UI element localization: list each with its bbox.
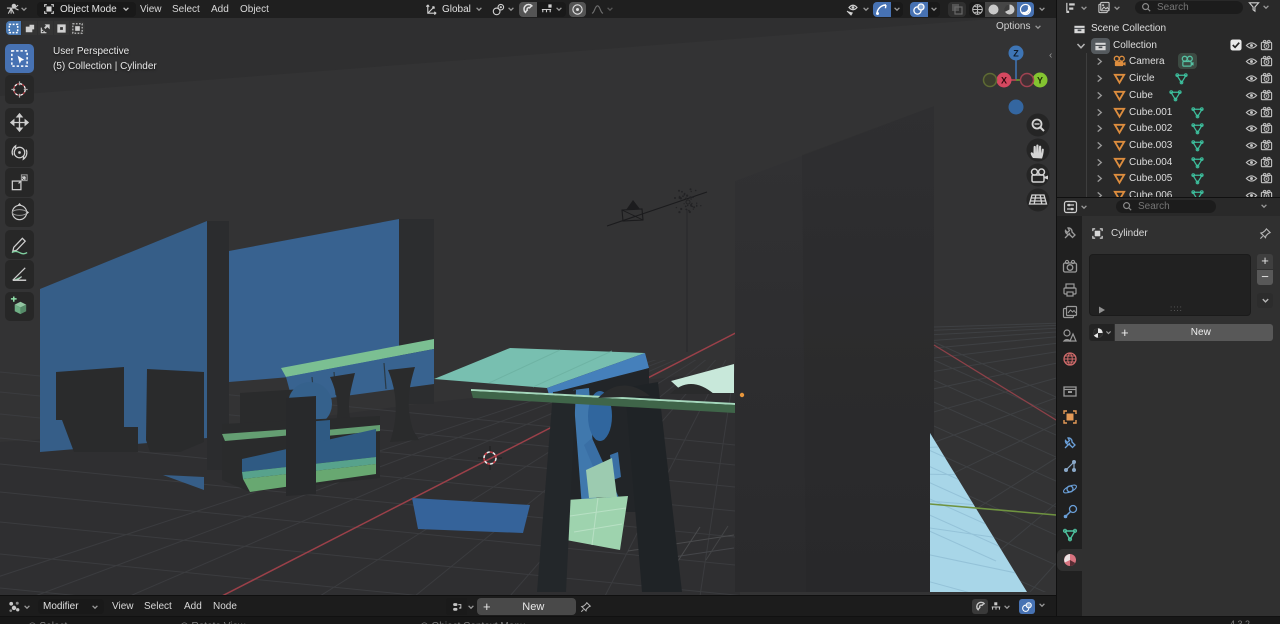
svg-text:Y: Y [1037, 76, 1043, 86]
svg-text:Z: Z [1013, 49, 1019, 59]
svg-text:X: X [1001, 76, 1007, 86]
